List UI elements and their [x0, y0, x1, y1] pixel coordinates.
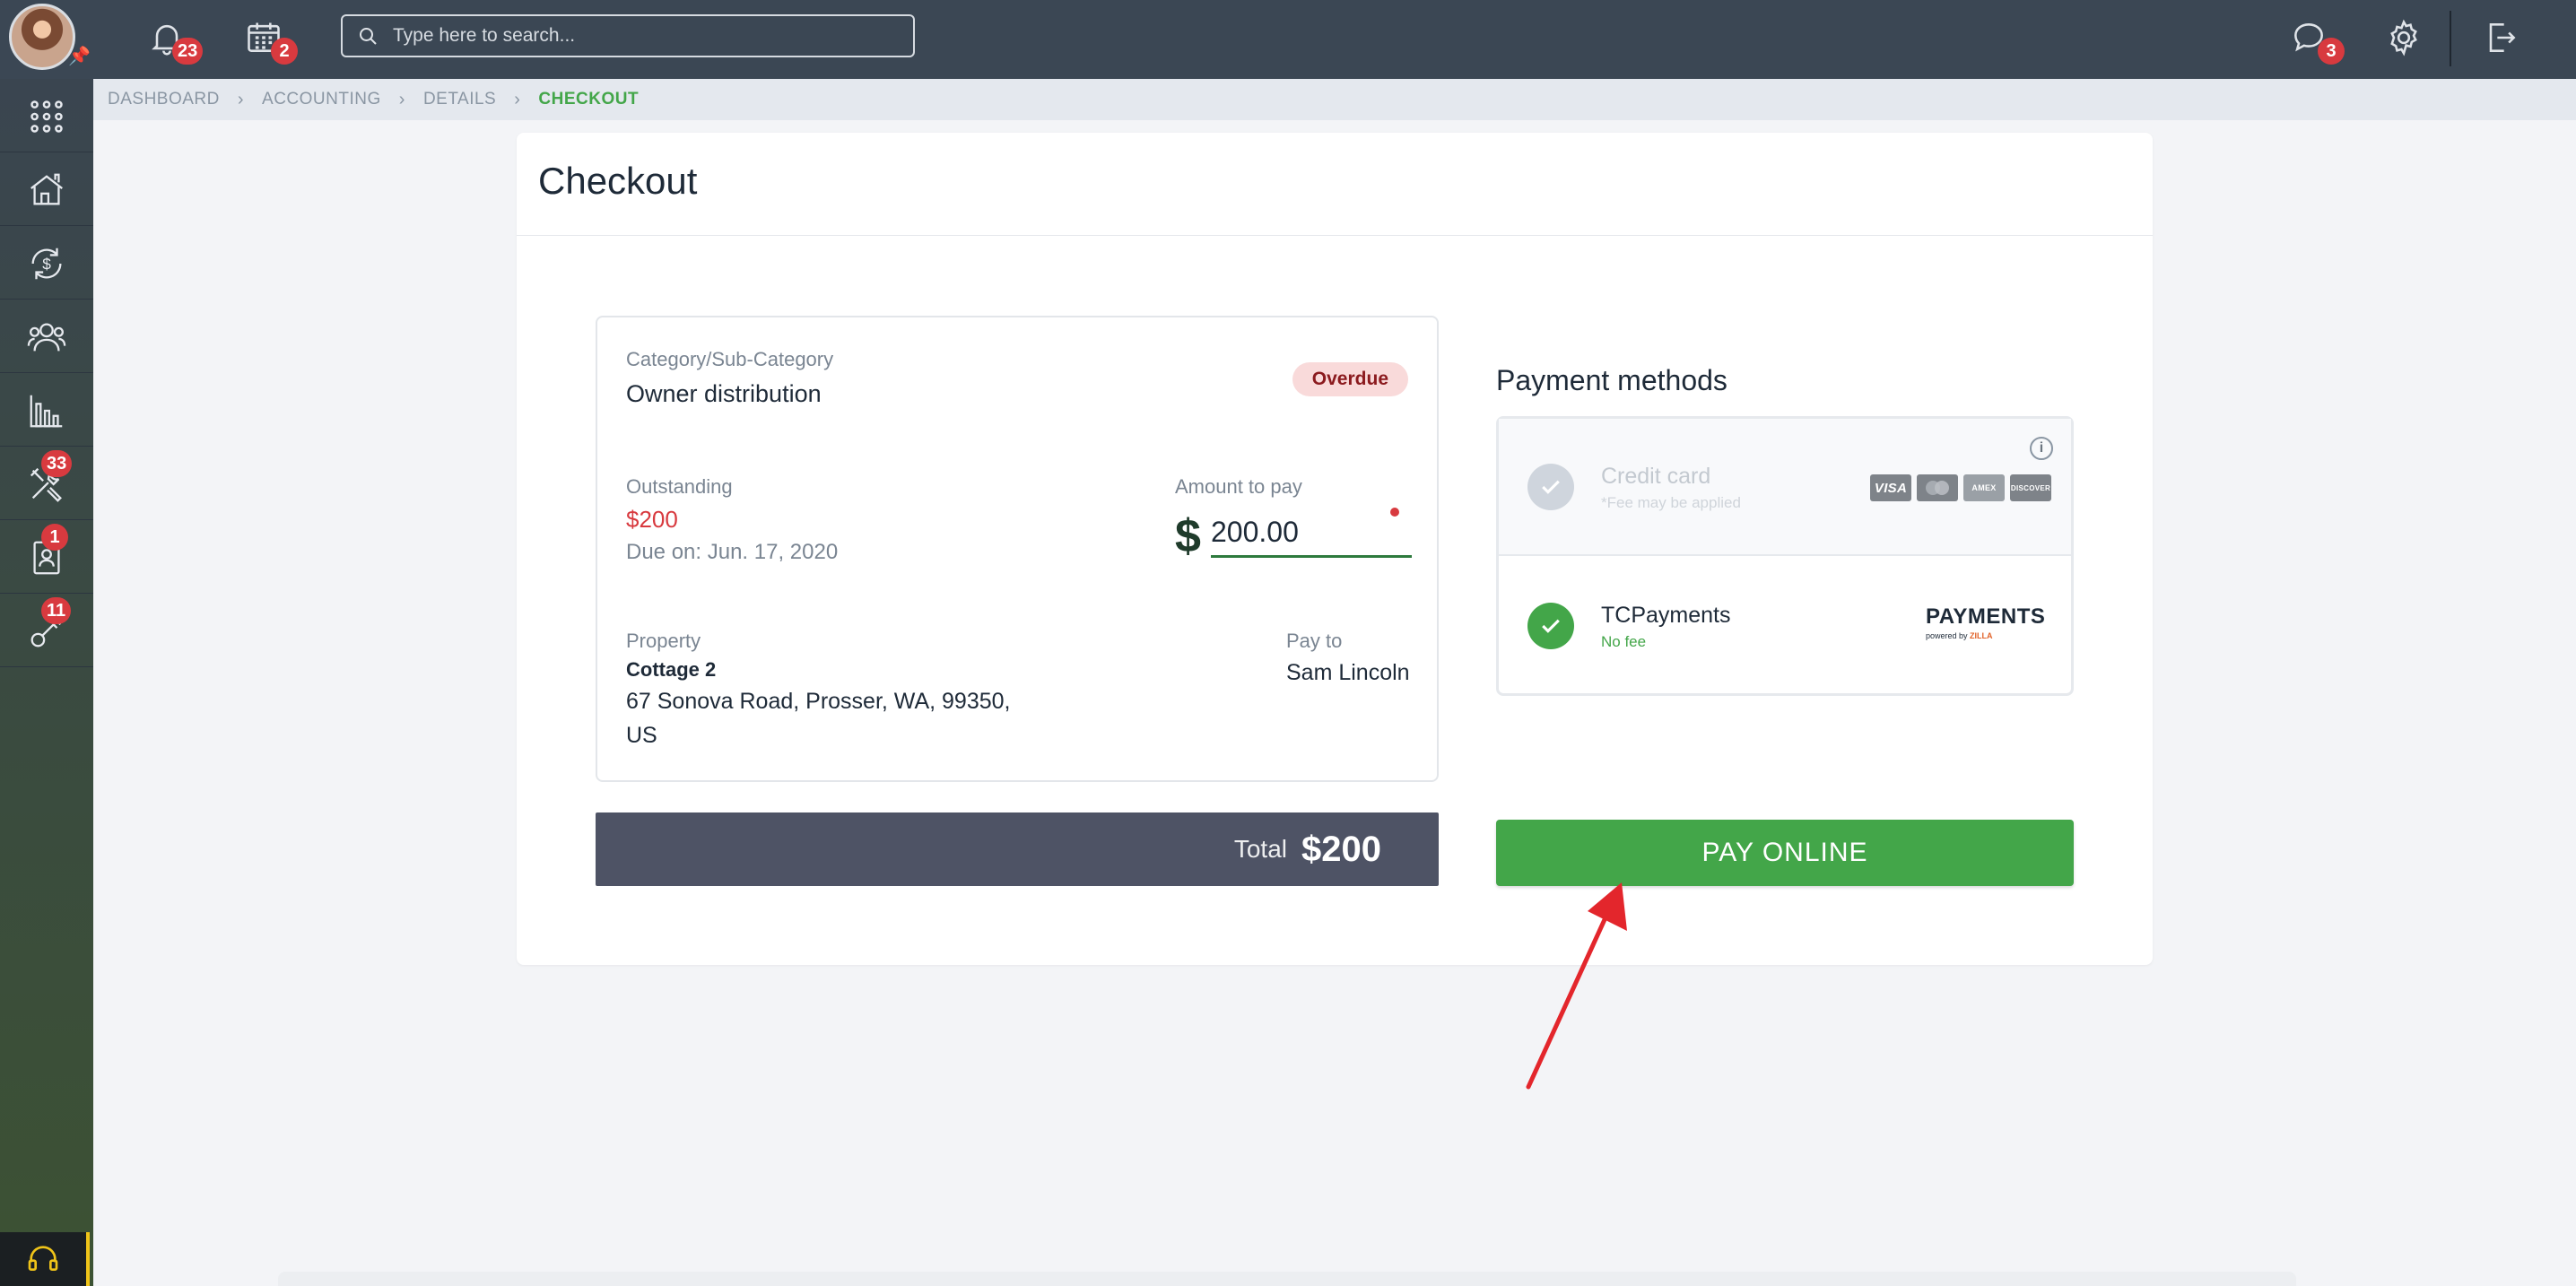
due-date: Due on: Jun. 17, 2020	[626, 540, 839, 564]
property-name: Cottage 2	[626, 658, 717, 681]
keys-badge: 11	[41, 597, 72, 624]
headset-icon	[28, 1246, 58, 1271]
sidebar-item-apps[interactable]	[0, 81, 93, 152]
header-divider	[517, 235, 2153, 236]
bar-chart-icon	[30, 395, 63, 427]
search-box[interactable]	[341, 14, 915, 57]
gear-icon	[2390, 19, 2417, 56]
chevron-right-icon: ›	[514, 89, 521, 109]
maintenance-badge: 33	[41, 450, 73, 477]
payments-logo-word: PAYMENTS	[1926, 604, 2046, 629]
payment-methods-title: Payment methods	[1496, 364, 1727, 396]
breadcrumb: DASHBOARD › ACCOUNTING › DETAILS › CHECK…	[93, 79, 2576, 120]
property-address-line2: US	[626, 723, 657, 748]
sidebar-item-properties[interactable]	[0, 154, 93, 226]
checkout-card: Checkout Category/Sub-Category Owner dis…	[517, 133, 2153, 965]
search-icon	[360, 28, 377, 45]
sidebar-item-leases[interactable]: 1	[0, 522, 93, 594]
apps-grid-icon	[30, 100, 63, 133]
credit-card-name: Credit card	[1601, 464, 1711, 489]
notifications-badge: 23	[172, 38, 204, 65]
page-title: Checkout	[538, 160, 698, 202]
footer	[278, 1272, 2296, 1286]
tcpayments-name: TCPayments	[1601, 603, 1731, 628]
settings-button[interactable]	[2379, 13, 2429, 63]
people-icon	[27, 322, 66, 351]
card-brand-logos: VISA AMEX DISCOVER	[1870, 474, 2051, 501]
outstanding-label: Outstanding	[626, 475, 733, 498]
breadcrumb-details[interactable]: DETAILS	[423, 90, 496, 109]
pay-online-button[interactable]: PAY ONLINE	[1496, 820, 2074, 886]
top-bar: 📌 23 2 3	[0, 0, 2576, 79]
logout-button[interactable]	[2476, 13, 2526, 63]
payment-option-credit-card[interactable]: Credit card *Fee may be applied i VISA A…	[1499, 419, 2071, 556]
leases-badge: 1	[41, 524, 68, 551]
info-icon[interactable]: i	[2030, 437, 2053, 460]
sidebar-item-accounting[interactable]: $	[0, 228, 93, 300]
messages-button[interactable]: 3	[2284, 13, 2345, 65]
property-label: Property	[626, 630, 701, 652]
visa-logo: VISA	[1870, 474, 1911, 501]
mastercard-logo	[1917, 474, 1958, 501]
category-value: Owner distribution	[626, 380, 822, 407]
sidebar-item-maintenance[interactable]: 33	[0, 448, 93, 520]
support-button[interactable]	[0, 1232, 90, 1286]
chevron-right-icon: ›	[398, 89, 405, 109]
amount-label: Amount to pay	[1175, 475, 1302, 498]
check-icon	[1542, 480, 1560, 494]
chevron-right-icon: ›	[237, 89, 245, 109]
total-value: $200	[1301, 829, 1381, 869]
category-label: Category/Sub-Category	[626, 348, 834, 370]
payments-zilla-logo: PAYMENTS powered by ZILLA	[1926, 604, 2051, 651]
sidebar-item-contacts[interactable]	[0, 301, 93, 373]
pay-to-value: Sam Lincoln	[1286, 660, 1410, 685]
required-indicator	[1390, 508, 1399, 517]
outstanding-value: $200	[626, 506, 678, 533]
money-cycle-icon: $	[31, 248, 62, 279]
breadcrumb-accounting[interactable]: ACCOUNTING	[262, 90, 381, 109]
credit-card-fee-note: *Fee may be applied	[1601, 494, 1741, 511]
messages-badge: 3	[2318, 38, 2345, 65]
tcpayments-fee-note: No fee	[1601, 633, 1647, 650]
search-input[interactable]	[393, 25, 895, 47]
user-avatar[interactable]	[9, 4, 75, 70]
svg-text:$: $	[42, 255, 51, 273]
check-icon	[1542, 619, 1560, 633]
currency-symbol: $	[1175, 510, 1201, 562]
discover-logo: DISCOVER	[2010, 474, 2051, 501]
pin-icon[interactable]: 📌	[68, 47, 91, 66]
payment-option-tcpayments[interactable]: TCPayments No fee PAYMENTS powered by ZI…	[1499, 558, 2071, 695]
credit-card-radio[interactable]	[1527, 464, 1574, 510]
tcpayments-radio[interactable]	[1527, 603, 1574, 649]
amount-input[interactable]	[1211, 515, 1412, 558]
pay-to-label: Pay to	[1286, 630, 1343, 652]
sidebar-item-reports[interactable]	[0, 375, 93, 447]
sidebar: $ 33 1 11	[0, 79, 93, 1286]
sidebar-item-keys[interactable]: 11	[0, 595, 93, 667]
notifications-button[interactable]: 23	[142, 13, 204, 65]
property-address-line1: 67 Sonova Road, Prosser, WA, 99350,	[626, 689, 1011, 714]
house-icon	[30, 173, 63, 204]
breadcrumb-checkout: CHECKOUT	[538, 90, 640, 109]
calendar-button[interactable]: 2	[239, 13, 298, 65]
total-label: Total	[1233, 835, 1288, 863]
annotation-arrow-icon	[1526, 882, 1627, 1090]
calendar-badge: 2	[271, 38, 298, 65]
topbar-divider	[2450, 11, 2451, 66]
status-badge: Overdue	[1292, 362, 1408, 396]
logout-icon	[2489, 23, 2516, 52]
payment-details-panel: Category/Sub-Category Owner distribution…	[596, 316, 1439, 782]
total-bar: Total $200	[596, 812, 1439, 886]
amex-logo: AMEX	[1963, 474, 2005, 501]
payments-logo-sub: powered by ZILLA	[1926, 631, 1993, 640]
payment-methods-list: Credit card *Fee may be applied i VISA A…	[1496, 416, 2074, 696]
breadcrumb-dashboard[interactable]: DASHBOARD	[108, 90, 220, 109]
